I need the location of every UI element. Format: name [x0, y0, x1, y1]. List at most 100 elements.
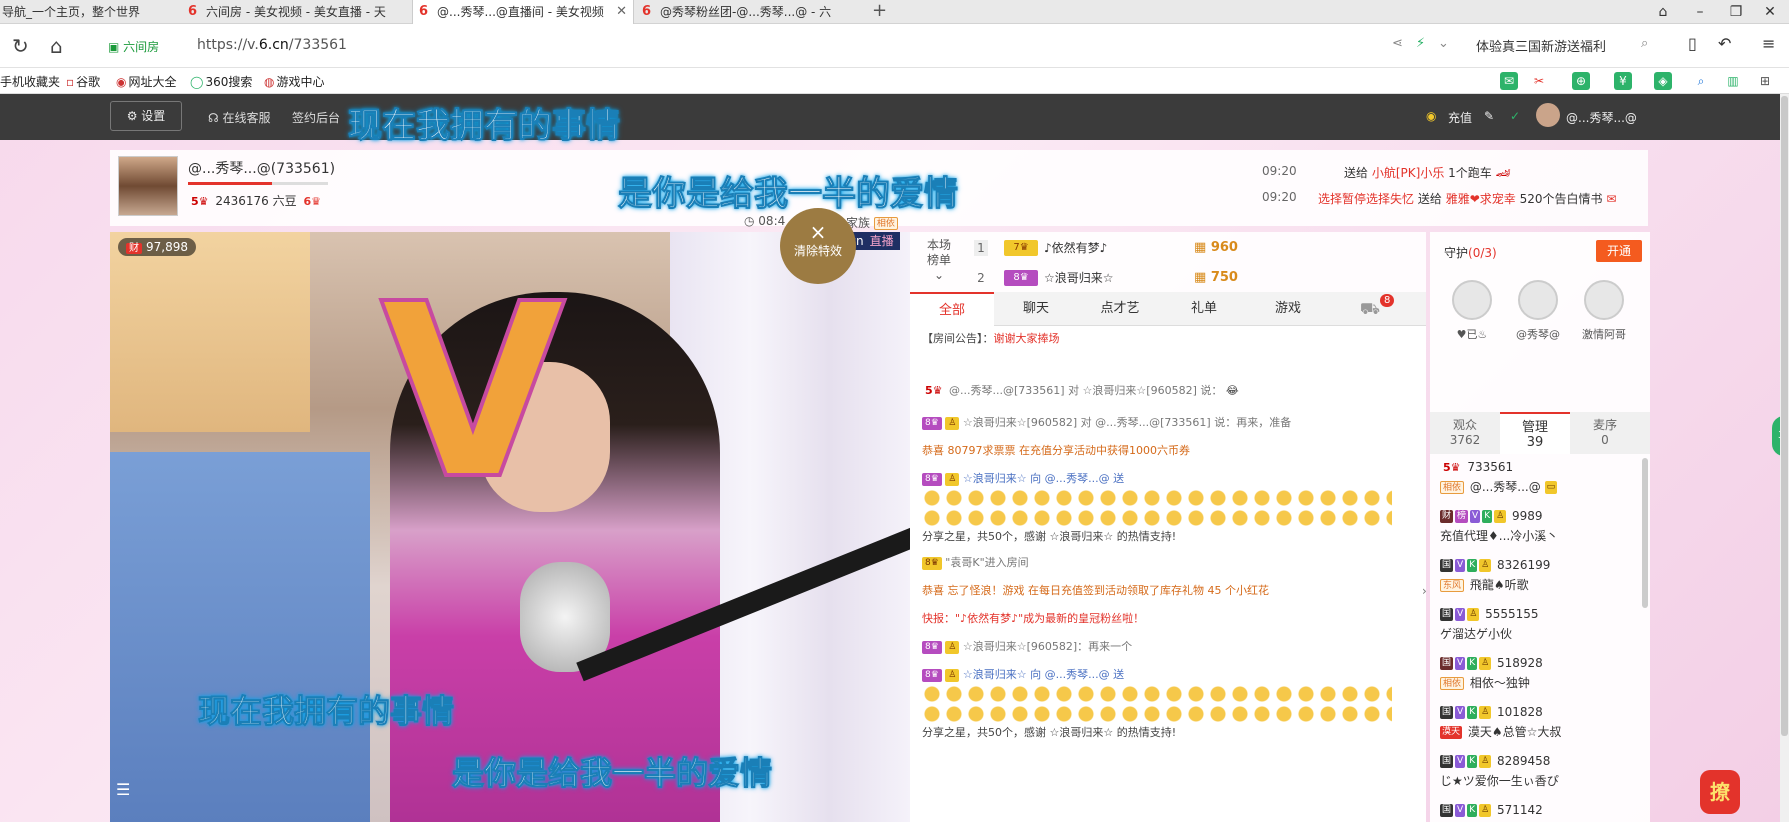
translate-icon[interactable]: ⊕	[1572, 72, 1590, 90]
new-tab-button[interactable]: +	[872, 0, 887, 22]
gamepad-icon[interactable]: ◈	[1654, 72, 1672, 90]
edit-icon[interactable]: ✎	[1484, 109, 1494, 123]
close-tab-icon[interactable]: ✕	[616, 0, 627, 24]
tab-talent[interactable]: 点才艺	[1078, 292, 1162, 326]
room-announcement: 【房间公告】：谢谢大家捧场	[922, 332, 1060, 345]
level-badge: 5♛	[925, 384, 943, 397]
tab-admins[interactable]: 管理 39	[1500, 412, 1570, 454]
vip-card-icon: ▭	[1544, 481, 1558, 494]
message-time: 09:20	[1262, 190, 1297, 204]
tab-live-room[interactable]: 6 @...秀琴...@直播间 - 美女视频 ✕	[412, 0, 634, 24]
refresh-icon[interactable]: ↻	[12, 34, 29, 58]
search-icon[interactable]: ⌕	[1641, 36, 1648, 51]
url-field[interactable]: ▣ 六间房 https://v.6.cn/733561	[98, 32, 1448, 60]
list-item[interactable]: 5♛ 733561 相依 @...秀琴...@ ▭	[1440, 456, 1640, 504]
user-name[interactable]: @...秀琴...@	[1566, 109, 1637, 126]
tab-6cn-home[interactable]: 6 六间房 - 美女视频 - 美女直播 - 天	[182, 0, 412, 24]
chat-panel: 全部 聊天 点才艺 礼单 游戏 ⛟ 8 【房间公告】：谢谢大家捧场 5♛ @..…	[910, 292, 1426, 822]
tab-home[interactable]: 导航_一个主页，整个世界	[0, 0, 180, 24]
bookmark-360[interactable]: ◯ 360搜索	[190, 73, 252, 90]
tab-all[interactable]: 全部	[910, 292, 994, 326]
check-icon[interactable]: ✓	[1510, 109, 1520, 123]
mobile-icon[interactable]: ▯	[1688, 34, 1697, 53]
list-item[interactable]: 国 V K ♙ 101828 漠天 漠天♠总管☆大叔	[1440, 701, 1640, 749]
user-badge: ♙	[945, 640, 960, 654]
backstage-link[interactable]: 签约后台	[292, 109, 340, 126]
rank-label[interactable]: 本场榜单 ⌄	[924, 238, 954, 283]
tab-fan-club[interactable]: 6 @秀琴粉丝团-@...秀琴...@ - 六	[636, 0, 866, 24]
list-item[interactable]: 国 V K ♙ 8289458 じ★ツ爱你一生ぃ香ぴ	[1440, 750, 1640, 798]
book-icon[interactable]: ▥	[1724, 72, 1742, 90]
guard-avatar[interactable]	[1518, 280, 1558, 320]
lightning-icon[interactable]: ⚡	[1416, 36, 1425, 51]
guard-avatar[interactable]	[1452, 280, 1492, 320]
browser-tab-strip: 导航_一个主页，整个世界 6 六间房 - 美女视频 - 美女直播 - 天 6 @…	[0, 0, 1789, 24]
chevron-down-icon[interactable]: ⌄	[1438, 36, 1449, 51]
guard-avatar[interactable]	[1584, 280, 1624, 320]
admin-list-scrollbar[interactable]	[1642, 458, 1648, 608]
chat-line: 8♛ ♙ ☆浪哥归来☆[960582]：再来一个	[922, 638, 1416, 656]
admin-list: 5♛ 733561 相依 @...秀琴...@ ▭ 财榜 V K ♙ 9989 充值代…	[1430, 456, 1642, 822]
live-video[interactable]: V 财97,898 6.cn直播 现在我拥有的事情 是你是给我一半的爱情 ☰	[110, 232, 910, 822]
online-service-link[interactable]: ☊ 在线客服	[208, 109, 271, 126]
chevron-down-icon: ⌄	[933, 268, 945, 282]
open-guard-button[interactable]: 开通	[1596, 240, 1642, 262]
recharge-link[interactable]: 充值	[1448, 109, 1472, 126]
search-suggestion[interactable]: 体验真三国新游送福利	[1476, 36, 1606, 55]
close-window-icon[interactable]: ✕	[1753, 0, 1787, 24]
tab-games[interactable]: 游戏	[1246, 292, 1330, 326]
restore-icon[interactable]: ❐	[1719, 0, 1753, 24]
home-icon[interactable]: ⌂	[50, 34, 63, 58]
page-scrollbar-thumb[interactable]	[1781, 96, 1788, 736]
share-icon[interactable]: ⋖	[1392, 36, 1403, 51]
video-bed	[110, 452, 370, 822]
wechat-icon[interactable]: ✉	[1500, 72, 1518, 90]
user-badge: ♙	[945, 472, 960, 486]
gift-popup-button[interactable]: 撩	[1700, 770, 1740, 814]
list-item[interactable]: 国 V ♙ 5555155 ゲ溜达ゲ小伙	[1440, 603, 1640, 651]
list-item[interactable]: 国 V K ♙ 518928 相依 相依～独钟	[1440, 652, 1640, 700]
page-content: ⚙ 设置 ☊ 在线客服 签约后台 现在我拥有的事情 ◉ 充值 ✎ ✓ @...秀…	[0, 94, 1780, 822]
clear-effects-button[interactable]: × 清除特效	[780, 208, 856, 284]
love-letter-icon: ✉	[1606, 192, 1617, 206]
tab-gift-list[interactable]: 礼单	[1162, 292, 1246, 326]
yen-icon[interactable]: ¥	[1614, 72, 1632, 90]
list-item[interactable]: 国 V K ♙ 8326199 东风 飛龍♠听歌	[1440, 554, 1640, 602]
user-avatar[interactable]	[1536, 103, 1560, 127]
undo-icon[interactable]: ↶	[1718, 34, 1731, 53]
shirt-skin-icon[interactable]: ⌂	[1646, 0, 1680, 24]
bookmark-games[interactable]: ◍ 游戏中心	[264, 73, 325, 90]
host-avatar[interactable]	[118, 156, 178, 216]
right-panel: 守护(0/3) 开通 ♥已♨ @秀琴@ 激情阿哥 观众 3762 管理 39 麦序 0…	[1430, 232, 1650, 822]
scissors-icon[interactable]: ✂	[1530, 72, 1548, 90]
host-level-badge: 5♛	[191, 195, 209, 208]
tab-mic-queue[interactable]: 麦序 0	[1570, 412, 1640, 454]
chat-tabs: 全部 聊天 点才艺 礼单 游戏 ⛟ 8	[910, 292, 1426, 326]
list-item[interactable]: 国 V K ♙ 571142	[1440, 799, 1640, 822]
bookmark-hao[interactable]: ◉ 网址大全	[116, 73, 177, 90]
microphone-icon[interactable]: ☰	[116, 780, 130, 799]
chat-line: 8♛ "袁哥K"进入房间	[922, 554, 1416, 572]
list-item[interactable]: 财榜 V K ♙ 9989 充值代理♦...冷小溪丶	[1440, 505, 1640, 553]
url-text[interactable]: https://v.6.cn/733561	[197, 37, 347, 53]
magnifier-icon[interactable]: ⌕	[1692, 72, 1710, 90]
apps-grid-icon[interactable]: ⊞	[1756, 72, 1774, 90]
gift-message: 送给 小航[PK]小乐 1个跑车 🏎	[1344, 166, 1511, 180]
rank-row[interactable]: 2 8♛ ☆浪哥归来☆ ▦ 750	[974, 264, 1424, 292]
tab-audience[interactable]: 观众 3762	[1430, 412, 1500, 454]
minimize-icon[interactable]: –	[1683, 0, 1717, 24]
room-info-panel: @...秀琴...@(733561) 5♛ 2436176 六豆 6♛ 是你是给…	[110, 150, 1648, 230]
page-icon: ▫	[66, 75, 75, 89]
video-wall	[110, 232, 310, 432]
level-badge: 8♛	[922, 472, 942, 486]
rank-row[interactable]: 1 7♛ ♪依然有梦♪ ▦ 960	[974, 234, 1424, 262]
bookmark-google[interactable]: ▫ 谷歌	[66, 73, 100, 90]
page-scrollbar[interactable]	[1780, 94, 1789, 822]
six-logo-icon: 6	[642, 4, 652, 19]
menu-icon[interactable]: ≡	[1762, 34, 1775, 53]
rank-badge: 7♛	[1004, 240, 1038, 256]
six-logo-icon: 6	[188, 4, 198, 19]
bookmark-mobile[interactable]: 手机收藏夹	[0, 73, 60, 90]
tab-chat[interactable]: 聊天	[994, 292, 1078, 326]
settings-button[interactable]: ⚙ 设置	[110, 101, 182, 131]
